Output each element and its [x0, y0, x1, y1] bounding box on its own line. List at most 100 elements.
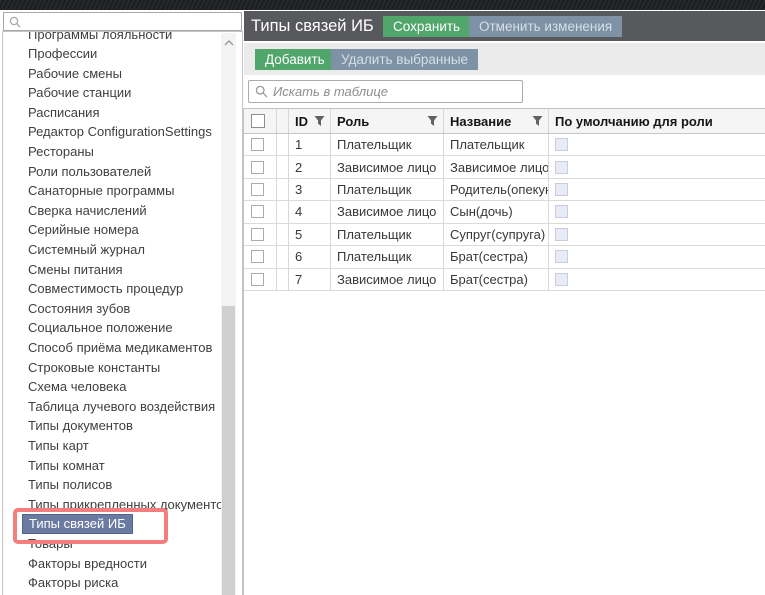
- table-search-input[interactable]: [273, 84, 522, 99]
- sidebar-item[interactable]: Схема человека: [3, 377, 221, 397]
- table-row[interactable]: 6 Плательщик Брат(сестра): [244, 246, 765, 268]
- table-row[interactable]: 7 Зависимое лицо Брат(сестра): [244, 269, 765, 291]
- cell-role[interactable]: Плательщик: [331, 224, 444, 245]
- cell-id[interactable]: 1: [289, 134, 331, 155]
- cell-id[interactable]: 5: [289, 224, 331, 245]
- default-for-role-checkbox[interactable]: [555, 205, 568, 218]
- default-for-role-checkbox[interactable]: [555, 161, 568, 174]
- sidebar-item[interactable]: Роли пользователей: [3, 162, 221, 182]
- sidebar-item[interactable]: Товары: [3, 534, 221, 554]
- sidebar-item[interactable]: Рабочие станции: [3, 83, 221, 103]
- app-window: Программы лояльности Профессии Рабочие с…: [0, 0, 765, 595]
- grid-toolbar: Добавить Удалить выбранные: [244, 43, 765, 75]
- cancel-changes-button[interactable]: Отменить изменения: [469, 16, 622, 37]
- sidebar-item[interactable]: Рестораны: [3, 142, 221, 162]
- search-icon: [9, 16, 21, 28]
- grid-header-row: ID Роль Название По умолчанию для роли: [244, 109, 765, 134]
- sidebar-item[interactable]: Типы документов: [3, 416, 221, 436]
- cell-role[interactable]: Зависимое лицо: [331, 269, 444, 290]
- table-row[interactable]: 4 Зависимое лицо Сын(дочь): [244, 201, 765, 223]
- column-header-role[interactable]: Роль: [331, 109, 444, 133]
- row-checkbox[interactable]: [251, 205, 264, 218]
- cell-id[interactable]: 2: [289, 156, 331, 177]
- default-for-role-checkbox[interactable]: [555, 228, 568, 241]
- sidebar-item[interactable]: Строковые константы: [3, 358, 221, 378]
- add-button[interactable]: Добавить: [255, 49, 335, 70]
- cell-id[interactable]: 6: [289, 246, 331, 267]
- scrollbar-thumb[interactable]: [222, 306, 235, 595]
- sidebar-item[interactable]: Совместимость процедур: [3, 279, 221, 299]
- sidebar-list: Программы лояльности Профессии Рабочие с…: [2, 31, 243, 595]
- sidebar-item[interactable]: Факторы вредности: [3, 554, 221, 574]
- column-header-name[interactable]: Название: [444, 109, 549, 133]
- cell-id[interactable]: 4: [289, 201, 331, 222]
- chevron-up-icon: [224, 40, 234, 46]
- sidebar-item[interactable]: Расписания: [3, 103, 221, 123]
- sidebar-item[interactable]: Факторы риска: [3, 573, 221, 593]
- cell-name[interactable]: Брат(сестра): [444, 246, 549, 267]
- sidebar-item[interactable]: Типы комнат: [3, 456, 221, 476]
- table-row[interactable]: 3 Плательщик Родитель(опекун): [244, 179, 765, 201]
- page-title: Типы связей ИБ: [251, 11, 374, 41]
- table-row[interactable]: 5 Плательщик Супруг(супруга): [244, 224, 765, 246]
- cell-name[interactable]: Родитель(опекун): [444, 179, 549, 200]
- row-checkbox[interactable]: [251, 183, 264, 196]
- default-for-role-checkbox[interactable]: [555, 138, 568, 151]
- default-for-role-checkbox[interactable]: [555, 250, 568, 263]
- row-checkbox[interactable]: [251, 273, 264, 286]
- sidebar-item[interactable]: Редактор ConfigurationSettings: [3, 122, 221, 142]
- cell-role[interactable]: Зависимое лицо: [331, 156, 444, 177]
- table-row[interactable]: 2 Зависимое лицо Зависимое лицо: [244, 156, 765, 178]
- filter-icon[interactable]: [427, 115, 438, 127]
- cell-name[interactable]: Супруг(супруга): [444, 224, 549, 245]
- cell-role[interactable]: Плательщик: [331, 134, 444, 155]
- sidebar-item[interactable]: Социальное положение: [3, 318, 221, 338]
- select-all-checkbox[interactable]: [251, 114, 265, 128]
- column-header-default[interactable]: По умолчанию для роли: [549, 109, 765, 133]
- cell-id[interactable]: 3: [289, 179, 331, 200]
- filter-icon[interactable]: [314, 115, 325, 127]
- row-checkbox[interactable]: [251, 250, 264, 263]
- default-for-role-checkbox[interactable]: [555, 183, 568, 196]
- sidebar-item[interactable]: Типы прикрепленных документов: [3, 495, 221, 515]
- sidebar-search-input[interactable]: [25, 14, 241, 29]
- cell-name[interactable]: Зависимое лицо: [444, 156, 549, 177]
- cell-name[interactable]: Плательщик: [444, 134, 549, 155]
- sidebar-search[interactable]: [3, 12, 242, 31]
- panel-header: Типы связей ИБ Сохранить Отменить измене…: [244, 11, 765, 41]
- sidebar-item[interactable]: Системный журнал: [3, 240, 221, 260]
- sidebar-item[interactable]: Серийные номера: [3, 220, 221, 240]
- delete-selected-button[interactable]: Удалить выбранные: [331, 49, 478, 70]
- row-checkbox[interactable]: [251, 228, 264, 241]
- grid-gap-column: [277, 109, 289, 133]
- cell-id[interactable]: 7: [289, 269, 331, 290]
- sidebar-item[interactable]: Состояния зубов: [3, 299, 221, 319]
- table-row[interactable]: 1 Плательщик Плательщик: [244, 134, 765, 156]
- scroll-up-button[interactable]: [221, 36, 236, 50]
- sidebar-item[interactable]: Смены питания: [3, 260, 221, 280]
- cell-role[interactable]: Плательщик: [331, 246, 444, 267]
- sidebar-item-selected[interactable]: Типы связей ИБ: [3, 514, 221, 534]
- sidebar-item[interactable]: Сверка начислений: [3, 201, 221, 221]
- cell-name[interactable]: Брат(сестра): [444, 269, 549, 290]
- sidebar-item[interactable]: Профессии: [3, 44, 221, 64]
- cell-role[interactable]: Плательщик: [331, 179, 444, 200]
- column-header-id[interactable]: ID: [289, 109, 331, 133]
- sidebar-item[interactable]: Типы полисов: [3, 475, 221, 495]
- sidebar-item[interactable]: Рабочие смены: [3, 64, 221, 84]
- cell-name[interactable]: Сын(дочь): [444, 201, 549, 222]
- sidebar-scrollbar[interactable]: [221, 33, 236, 595]
- table-search[interactable]: [248, 80, 523, 103]
- row-checkbox[interactable]: [251, 161, 264, 174]
- sidebar-item[interactable]: Программы лояльности: [3, 31, 221, 44]
- sidebar-item[interactable]: Таблица лучевого воздействия: [3, 397, 221, 417]
- sidebar-item[interactable]: Способ приёма медикаментов: [3, 338, 221, 358]
- sidebar-item[interactable]: Типы карт: [3, 436, 221, 456]
- window-top-bar: [0, 0, 765, 10]
- save-button[interactable]: Сохранить: [383, 16, 470, 37]
- filter-icon[interactable]: [532, 115, 543, 127]
- default-for-role-checkbox[interactable]: [555, 273, 568, 286]
- row-checkbox[interactable]: [251, 138, 264, 151]
- sidebar-item[interactable]: Санаторные программы: [3, 181, 221, 201]
- cell-role[interactable]: Зависимое лицо: [331, 201, 444, 222]
